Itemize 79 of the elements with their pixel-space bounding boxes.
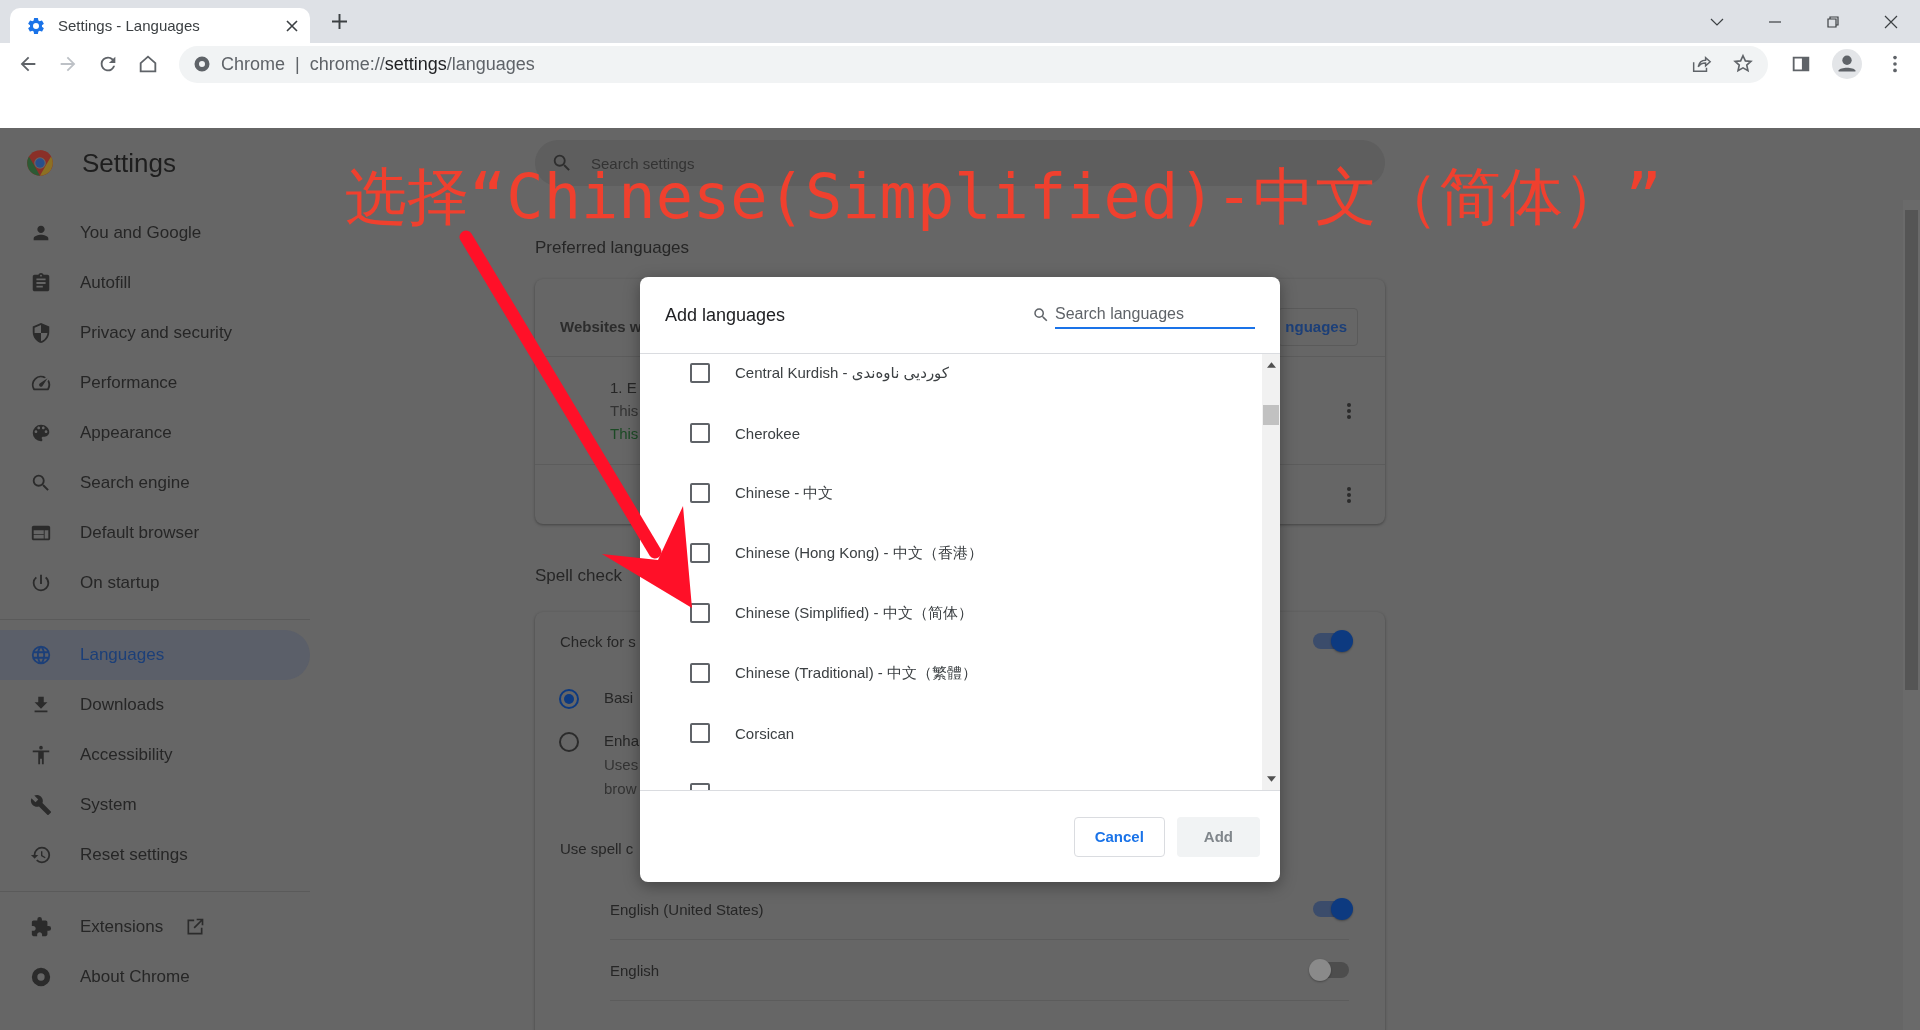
language-option[interactable]: Central Kurdish - کوردیی ناوەندی xyxy=(735,364,949,382)
tab-title: Settings - Languages xyxy=(58,17,201,34)
browser-logo-icon xyxy=(30,966,52,988)
home-icon[interactable] xyxy=(137,53,159,75)
sidebar-item[interactable]: Search engine xyxy=(0,458,310,508)
scroll-up-icon[interactable] xyxy=(1266,362,1276,368)
search-icon xyxy=(1032,306,1050,324)
search-icon xyxy=(30,472,52,494)
option-label: Basi xyxy=(604,689,634,706)
language-text: This xyxy=(610,425,639,442)
more-options-icon[interactable] xyxy=(1346,485,1352,504)
page-title: Settings xyxy=(82,147,176,179)
sidebar-item[interactable]: Default browser xyxy=(0,508,310,558)
sidebar-item[interactable]: Languages xyxy=(0,630,310,680)
scrollbar[interactable] xyxy=(1262,354,1280,790)
language-option[interactable]: Chinese - 中文 xyxy=(735,483,834,503)
setting-label: Check for s xyxy=(560,632,636,650)
option-label: Enha xyxy=(604,732,640,749)
setting-label: Use spell c xyxy=(560,840,634,857)
sidebar-item[interactable]: Accessibility xyxy=(0,730,310,780)
language-option[interactable]: Chinese (Hong Kong) - 中文（香港） xyxy=(735,543,983,563)
add-languages-button[interactable]: nguages xyxy=(1278,307,1358,346)
palette-icon xyxy=(30,422,52,444)
close-icon[interactable] xyxy=(286,19,298,32)
more-options-icon[interactable] xyxy=(1346,401,1352,420)
sidebar-item[interactable]: Downloads xyxy=(0,680,310,730)
history-icon xyxy=(30,844,52,866)
language-name: English (United States) xyxy=(610,900,764,918)
sidebar-item[interactable]: Reset settings xyxy=(0,830,310,880)
browser-logo-icon xyxy=(26,149,54,177)
language-option[interactable]: Chinese (Traditional) - 中文（繁體） xyxy=(735,663,977,683)
language-option[interactable]: Chinese (Simplified) - 中文（简体） xyxy=(735,603,973,623)
section-heading: Spell check xyxy=(535,565,622,587)
sidebar-item[interactable]: Appearance xyxy=(0,408,310,458)
power-icon xyxy=(30,572,52,594)
section-heading: Preferred languages xyxy=(535,237,690,259)
avatar-icon[interactable] xyxy=(1832,49,1862,79)
puzzle-icon xyxy=(30,916,52,938)
sidebar-item[interactable]: You and Google xyxy=(0,208,310,258)
separator-text: | xyxy=(295,53,300,75)
checkbox[interactable] xyxy=(690,363,710,383)
scrollbar-thumb[interactable] xyxy=(1263,405,1279,425)
browser-logo-icon xyxy=(193,55,211,73)
sidebar-item[interactable]: On startup xyxy=(0,558,310,608)
shield-icon xyxy=(30,322,52,344)
sidebar-item[interactable]: System xyxy=(0,780,310,830)
cancel-button[interactable]: Cancel xyxy=(1073,816,1165,857)
close-icon[interactable] xyxy=(1884,14,1898,29)
dialog-title: Add languages xyxy=(665,304,786,326)
language-option[interactable]: Corsican xyxy=(735,724,795,742)
url-text: chrome://settings/languages xyxy=(309,53,535,75)
address-bar[interactable]: Chrome | chrome://settings/languages xyxy=(179,45,1768,83)
star-icon[interactable] xyxy=(1732,53,1754,75)
radio-button[interactable] xyxy=(559,689,579,709)
sidebar-item[interactable]: Performance xyxy=(0,358,310,408)
sidebar-item[interactable]: Autofill xyxy=(0,258,310,308)
browser-tab[interactable]: Settings - Languages xyxy=(10,8,310,43)
language-text: 1. E xyxy=(610,379,638,396)
checkbox[interactable] xyxy=(690,723,710,743)
checkbox[interactable] xyxy=(690,483,710,503)
sidebar-item[interactable]: Extensions xyxy=(0,902,310,952)
checkbox[interactable] xyxy=(690,663,710,683)
sidebar-item[interactable]: About Chrome xyxy=(0,952,310,1002)
wrench-icon xyxy=(30,794,52,816)
external-link-icon xyxy=(185,917,206,937)
globe-icon xyxy=(30,644,52,666)
language-name: English xyxy=(610,961,660,979)
language-option[interactable]: Cherokee xyxy=(735,424,801,442)
site-label: Chrome xyxy=(221,53,286,75)
scroll-down-icon[interactable] xyxy=(1266,776,1276,782)
plus-icon[interactable] xyxy=(332,14,347,29)
sidebar-item[interactable]: Privacy and security xyxy=(0,308,310,358)
checkbox[interactable] xyxy=(690,423,710,443)
radio-button[interactable] xyxy=(559,732,579,752)
clipboard-icon xyxy=(30,272,52,294)
figure-icon xyxy=(30,744,52,766)
checkbox[interactable] xyxy=(690,543,710,563)
gear-icon xyxy=(26,15,46,36)
restore-icon[interactable] xyxy=(1826,14,1840,29)
